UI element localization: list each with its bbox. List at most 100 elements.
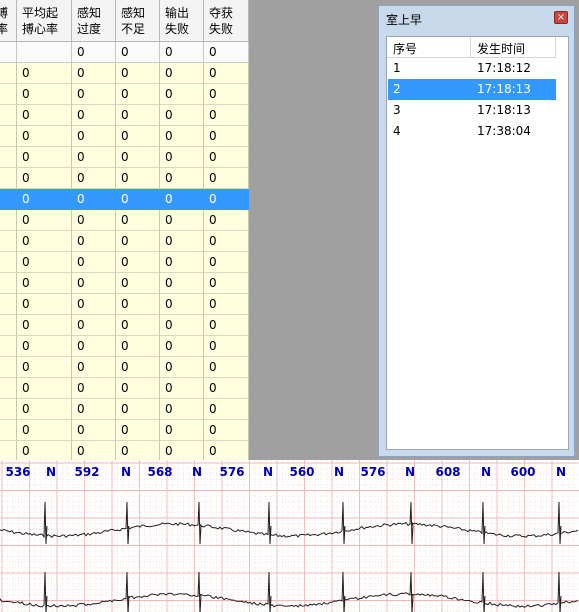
table-cell[interactable]: 0: [204, 147, 249, 168]
table-cell[interactable]: 0: [17, 357, 72, 378]
table-cell[interactable]: 0: [160, 357, 204, 378]
table-cell[interactable]: 0: [17, 273, 72, 294]
table-cell[interactable]: 0: [17, 189, 72, 210]
table-cell[interactable]: 0: [204, 231, 249, 252]
column-header-capture-failure[interactable]: 夺获 失败: [204, 0, 249, 42]
table-cell[interactable]: 0: [160, 210, 204, 231]
table-cell[interactable]: [0, 294, 17, 315]
table-cell[interactable]: 0: [116, 315, 160, 336]
table-cell[interactable]: [0, 147, 17, 168]
table-cell[interactable]: [0, 168, 17, 189]
list-item[interactable]: 2 17:18:13: [388, 79, 556, 100]
table-cell[interactable]: 0: [160, 399, 204, 420]
table-cell[interactable]: [0, 315, 17, 336]
beat-label[interactable]: 560: [289, 465, 314, 479]
table-cell[interactable]: 0: [204, 189, 249, 210]
table-cell[interactable]: 0: [17, 420, 72, 441]
column-header-output-failure[interactable]: 输出 失败: [160, 0, 204, 42]
table-cell[interactable]: 0: [72, 294, 116, 315]
table-cell[interactable]: 0: [204, 399, 249, 420]
table-cell[interactable]: 0: [160, 126, 204, 147]
beat-label[interactable]: 608: [435, 465, 460, 479]
table-cell[interactable]: 0: [116, 105, 160, 126]
table-cell[interactable]: [0, 441, 17, 460]
beat-label[interactable]: N: [46, 465, 56, 479]
close-icon[interactable]: ×: [554, 11, 568, 24]
table-cell[interactable]: 0: [160, 336, 204, 357]
table-cell[interactable]: [0, 231, 17, 252]
table-cell[interactable]: 0: [17, 105, 72, 126]
table-cell[interactable]: 0: [116, 273, 160, 294]
table-cell[interactable]: 0: [204, 294, 249, 315]
table-cell[interactable]: 0: [72, 189, 116, 210]
table-row[interactable]: 00000: [0, 84, 249, 105]
table-cell[interactable]: 0: [17, 441, 72, 460]
table-row[interactable]: 00000: [0, 63, 249, 84]
table-cell[interactable]: 0: [204, 126, 249, 147]
table-cell[interactable]: 0: [17, 315, 72, 336]
table-cell[interactable]: 0: [160, 168, 204, 189]
column-header-time[interactable]: 发生时间: [471, 37, 556, 58]
beat-label[interactable]: 600: [510, 465, 535, 479]
table-cell[interactable]: 0: [160, 420, 204, 441]
table-cell[interactable]: 0: [204, 441, 249, 460]
table-cell[interactable]: 0: [160, 189, 204, 210]
table-cell[interactable]: 0: [116, 441, 160, 460]
table-cell[interactable]: 0: [116, 378, 160, 399]
table-cell[interactable]: 0: [17, 399, 72, 420]
table-cell[interactable]: [0, 336, 17, 357]
beat-label[interactable]: N: [121, 465, 131, 479]
column-header-avg-paced-rate[interactable]: 平均起 搏心率: [17, 0, 72, 42]
table-cell[interactable]: 0: [72, 420, 116, 441]
table-cell[interactable]: [0, 420, 17, 441]
event-list[interactable]: 序号 发生时间 1 17:18:12 2 17:18:13 3 17:18:13 4 17:3…: [386, 36, 569, 450]
table-cell[interactable]: 0: [204, 105, 249, 126]
table-cell[interactable]: 0: [160, 147, 204, 168]
table-cell[interactable]: 0: [72, 399, 116, 420]
table-row[interactable]: 00000: [0, 231, 249, 252]
table-row[interactable]: 00000: [0, 399, 249, 420]
column-header-beats[interactable]: 搏率: [0, 0, 17, 42]
beat-label[interactable]: N: [405, 465, 415, 479]
table-cell[interactable]: [0, 378, 17, 399]
table-row[interactable]: 00000: [0, 168, 249, 189]
table-row[interactable]: 00000: [0, 189, 249, 210]
table-cell[interactable]: 0: [160, 252, 204, 273]
table-cell[interactable]: [0, 189, 17, 210]
table-cell[interactable]: 0: [72, 63, 116, 84]
table-cell[interactable]: 0: [204, 315, 249, 336]
beat-label[interactable]: N: [481, 465, 491, 479]
table-cell[interactable]: 0: [116, 84, 160, 105]
table-cell[interactable]: 0: [17, 210, 72, 231]
table-cell[interactable]: 0: [17, 231, 72, 252]
table-cell[interactable]: [0, 126, 17, 147]
column-header-number[interactable]: 序号: [387, 37, 471, 58]
table-row[interactable]: 00000: [0, 378, 249, 399]
table-cell[interactable]: 0: [116, 126, 160, 147]
table-cell[interactable]: 0: [17, 126, 72, 147]
table-cell[interactable]: [0, 210, 17, 231]
table-cell[interactable]: 0: [116, 63, 160, 84]
table-cell[interactable]: 0: [116, 294, 160, 315]
table-row[interactable]: 00000: [0, 294, 249, 315]
table-cell[interactable]: 0: [160, 294, 204, 315]
table-row[interactable]: 00000: [0, 105, 249, 126]
table-cell[interactable]: 0: [72, 147, 116, 168]
table-row[interactable]: 00000: [0, 336, 249, 357]
table-cell[interactable]: 0: [116, 168, 160, 189]
column-header-oversensing[interactable]: 感知 过度: [72, 0, 116, 42]
table-cell[interactable]: 0: [72, 357, 116, 378]
table-cell[interactable]: 0: [204, 63, 249, 84]
beat-label[interactable]: N: [334, 465, 344, 479]
table-row[interactable]: 00000: [0, 147, 249, 168]
table-cell[interactable]: 0: [204, 420, 249, 441]
table-cell[interactable]: 0: [17, 168, 72, 189]
table-row[interactable]: 00000: [0, 252, 249, 273]
table-cell[interactable]: 0: [72, 252, 116, 273]
table-cell[interactable]: 0: [116, 252, 160, 273]
list-item[interactable]: 1 17:18:12: [388, 58, 556, 79]
table-cell[interactable]: 0: [116, 336, 160, 357]
table-cell[interactable]: 0: [160, 378, 204, 399]
table-cell[interactable]: 0: [17, 294, 72, 315]
table-cell[interactable]: [0, 399, 17, 420]
